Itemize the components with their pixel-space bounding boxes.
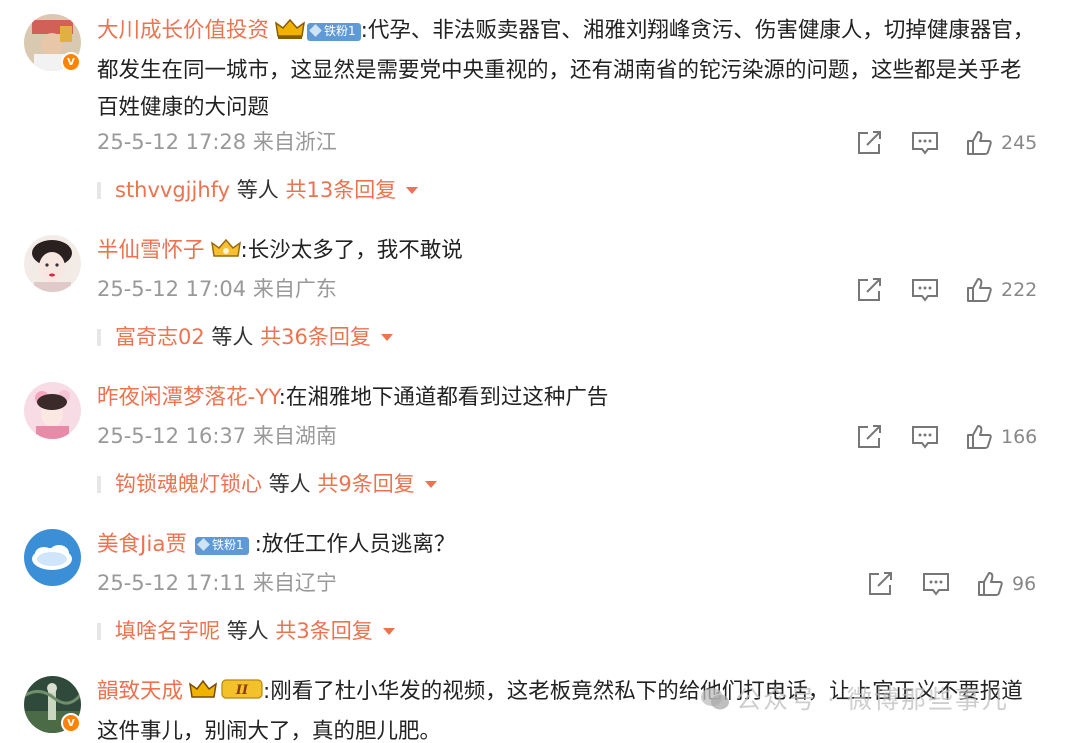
diamond-icon bbox=[309, 24, 322, 37]
comment-text-block: 大川成长价值投资 铁粉1:代孕、非法贩卖器官、湘雅刘翔峰贪污、伤害健康人，切掉健康… bbox=[97, 12, 1037, 126]
reply-divider bbox=[97, 623, 101, 640]
like-count: 96 bbox=[1012, 573, 1037, 595]
reply-username[interactable]: 填啥名字呢 bbox=[115, 619, 220, 643]
comment-body: :在湘雅地下通道都看到过这种广告 bbox=[278, 385, 609, 410]
reply-username[interactable]: sthvvgjjhfy bbox=[115, 178, 230, 202]
reply-count[interactable]: 共3条回复 bbox=[275, 619, 372, 643]
chevron-down-icon[interactable] bbox=[406, 187, 419, 194]
username-link[interactable]: 韻致天成 bbox=[97, 679, 183, 704]
comment-text-block: 半仙雪怀子 :长沙太多了，我不敢说 bbox=[97, 232, 1037, 272]
comment-icon[interactable] bbox=[922, 571, 950, 601]
crown-icon bbox=[210, 235, 241, 272]
verified-badge-icon: V bbox=[61, 713, 81, 733]
username-link[interactable]: 昨夜闲潭梦落花-YY bbox=[97, 385, 279, 410]
comment-icon[interactable] bbox=[911, 424, 939, 454]
like-icon[interactable] bbox=[965, 277, 993, 307]
fan-badge: 铁粉1 bbox=[195, 537, 249, 555]
comment-body: :放任工作人员逃离？ bbox=[254, 532, 456, 557]
comment-text-block: 昨夜闲潭梦落花-YY:在湘雅地下通道都看到过这种广告 bbox=[97, 379, 1037, 416]
comment-actions: 245 bbox=[855, 128, 1045, 158]
comment-meta: 25-5-12 16:37 来自湖南 bbox=[97, 424, 337, 448]
username-link[interactable]: 半仙雪怀子 bbox=[97, 238, 205, 263]
share-icon[interactable] bbox=[855, 277, 883, 307]
chevron-down-icon[interactable] bbox=[380, 334, 393, 341]
chevron-down-icon[interactable] bbox=[424, 481, 437, 488]
avatar[interactable] bbox=[24, 235, 81, 292]
verified-badge-icon: V bbox=[61, 52, 81, 72]
reply-username[interactable]: 富奇志02 bbox=[115, 325, 205, 349]
username-link[interactable]: 美食Jia贾 bbox=[97, 532, 187, 557]
replies-link[interactable]: 富奇志02 等人 共36条回复 bbox=[97, 322, 497, 352]
reply-count[interactable]: 共9条回复 bbox=[317, 472, 414, 496]
like-icon[interactable] bbox=[976, 571, 1004, 601]
reply-etc: 等人 bbox=[236, 178, 279, 202]
replies-link[interactable]: 钩锁魂魄灯锁心 等人 共9条回复 bbox=[97, 469, 497, 499]
watermark: 公众号 · 微博那些事儿 bbox=[700, 680, 1009, 718]
reply-etc: 等人 bbox=[268, 472, 311, 496]
reply-divider bbox=[97, 329, 101, 346]
reply-username[interactable]: 钩锁魂魄灯锁心 bbox=[115, 472, 262, 496]
like-count: 222 bbox=[1001, 279, 1038, 301]
reply-divider bbox=[97, 476, 101, 493]
like-icon[interactable] bbox=[965, 130, 993, 160]
comment-meta: 25-5-12 17:28 来自浙江 bbox=[97, 130, 337, 154]
comment-actions: 222 bbox=[855, 275, 1045, 305]
comment-icon[interactable] bbox=[911, 277, 939, 307]
reply-etc: 等人 bbox=[211, 325, 254, 349]
comment-text-block: 美食Jia贾 铁粉1 :放任工作人员逃离？ bbox=[97, 526, 1037, 563]
avatar[interactable] bbox=[24, 529, 81, 586]
avatar-image bbox=[24, 382, 81, 439]
comment-meta: 25-5-12 17:04 来自广东 bbox=[97, 277, 337, 301]
reply-divider bbox=[97, 182, 101, 199]
username-link[interactable]: 大川成长价值投资 bbox=[97, 18, 269, 43]
reply-count[interactable]: 共13条回复 bbox=[285, 178, 396, 202]
vip-level-badge: II bbox=[221, 675, 263, 712]
comment-actions: 96 bbox=[866, 569, 1056, 599]
diamond-icon bbox=[197, 538, 210, 551]
like-icon[interactable] bbox=[965, 424, 993, 454]
replies-link[interactable]: sthvvgjjhfy 等人 共13条回复 bbox=[97, 175, 497, 205]
vip-level-text: II bbox=[235, 683, 249, 698]
replies-link[interactable]: 填啥名字呢 等人 共3条回复 bbox=[97, 616, 497, 646]
wechat-icon bbox=[700, 686, 730, 718]
reply-count[interactable]: 共36条回复 bbox=[260, 325, 371, 349]
fan-badge: 铁粉1 bbox=[307, 23, 361, 41]
chevron-down-icon[interactable] bbox=[382, 628, 395, 635]
comment-icon[interactable] bbox=[911, 130, 939, 160]
share-icon[interactable] bbox=[855, 424, 883, 454]
avatar-image bbox=[24, 529, 81, 586]
watermark-text: 公众号 · 微博那些事儿 bbox=[736, 685, 1009, 714]
comment-actions: 166 bbox=[855, 422, 1045, 452]
crown-icon bbox=[275, 15, 306, 52]
like-count: 245 bbox=[1001, 132, 1038, 154]
share-icon[interactable] bbox=[855, 130, 883, 160]
avatar-image bbox=[24, 235, 81, 292]
avatar[interactable] bbox=[24, 382, 81, 439]
reply-etc: 等人 bbox=[226, 619, 269, 643]
comment-meta: 25-5-12 17:11 来自辽宁 bbox=[97, 571, 337, 595]
crown-icon bbox=[189, 676, 218, 713]
share-icon[interactable] bbox=[866, 571, 894, 601]
comment-body: :长沙太多了，我不敢说 bbox=[240, 238, 463, 263]
like-count: 166 bbox=[1001, 426, 1038, 448]
